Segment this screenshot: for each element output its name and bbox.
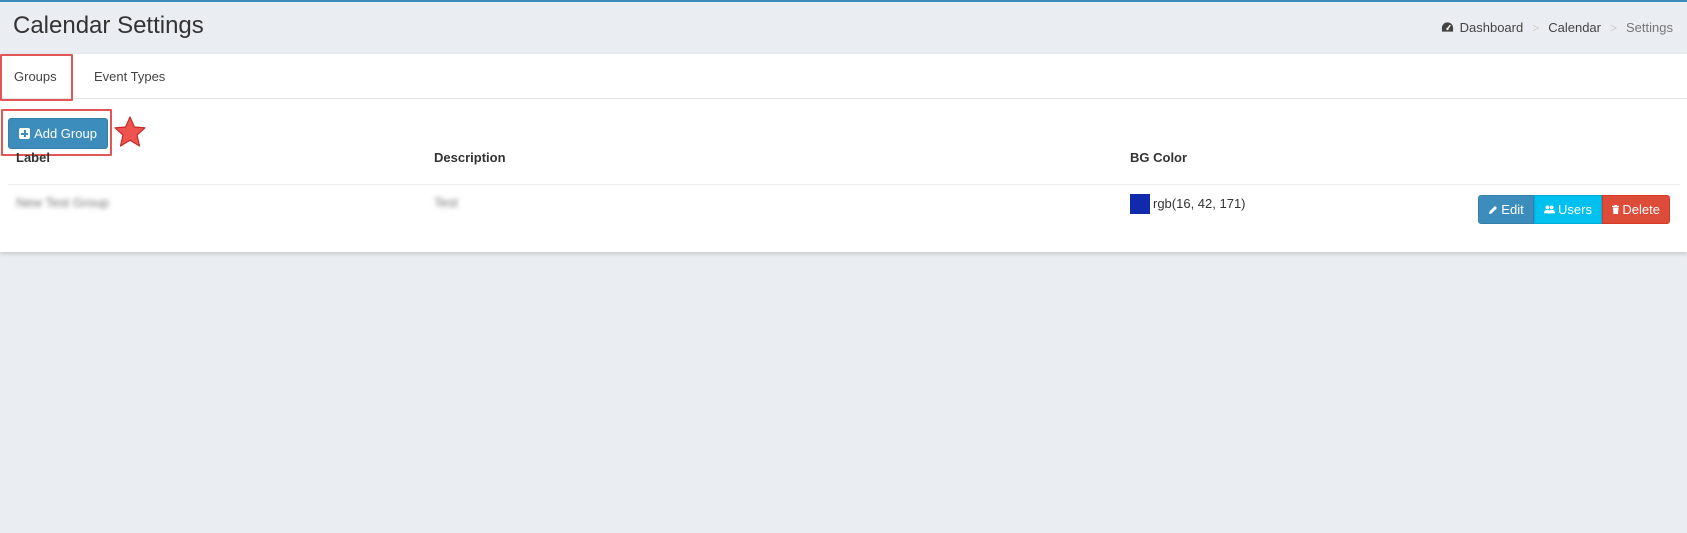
pencil-icon	[1489, 205, 1498, 214]
page-header: Calendar Settings Dashboard > Calendar >…	[0, 2, 1687, 54]
edit-label: Edit	[1501, 202, 1524, 217]
breadcrumb-dashboard[interactable]: Dashboard	[1441, 20, 1524, 35]
row-actions: Edit Users Delete	[1478, 195, 1670, 224]
trash-icon	[1612, 204, 1620, 215]
tab-groups[interactable]: Groups	[14, 54, 57, 99]
column-header-description: Description	[434, 150, 506, 165]
dashboard-icon	[1441, 22, 1453, 32]
row-bg-color: rgb(16, 42, 171)	[1153, 196, 1246, 211]
column-header-bg-color: BG Color	[1130, 150, 1188, 165]
add-group-button[interactable]: Add Group	[8, 118, 108, 149]
settings-panel: Groups Event Types Add Group Label Descr…	[0, 54, 1687, 252]
breadcrumb-separator: >	[1610, 20, 1618, 35]
delete-button[interactable]: Delete	[1602, 195, 1670, 224]
star-icon	[114, 116, 146, 147]
breadcrumb-calendar[interactable]: Calendar	[1548, 20, 1601, 35]
delete-label: Delete	[1622, 202, 1660, 217]
breadcrumb-dashboard-label: Dashboard	[1459, 20, 1524, 35]
column-header-label: Label	[16, 150, 50, 165]
tab-event-types[interactable]: Event Types	[94, 54, 165, 99]
breadcrumb-current: Settings	[1626, 20, 1673, 35]
users-button[interactable]: Users	[1534, 195, 1602, 224]
row-description: Test	[434, 195, 458, 210]
users-icon	[1544, 205, 1556, 214]
users-label: Users	[1558, 202, 1592, 217]
color-swatch	[1130, 194, 1150, 214]
table-divider	[8, 184, 1680, 185]
row-label: New Test Group	[16, 195, 109, 210]
breadcrumb: Dashboard > Calendar > Settings	[1441, 20, 1673, 35]
tab-bar: Groups Event Types	[0, 54, 1687, 99]
page-title: Calendar Settings	[13, 12, 204, 39]
edit-button[interactable]: Edit	[1478, 195, 1534, 224]
plus-square-icon	[19, 128, 31, 139]
breadcrumb-separator: >	[1532, 20, 1540, 35]
add-group-label: Add Group	[34, 126, 97, 141]
